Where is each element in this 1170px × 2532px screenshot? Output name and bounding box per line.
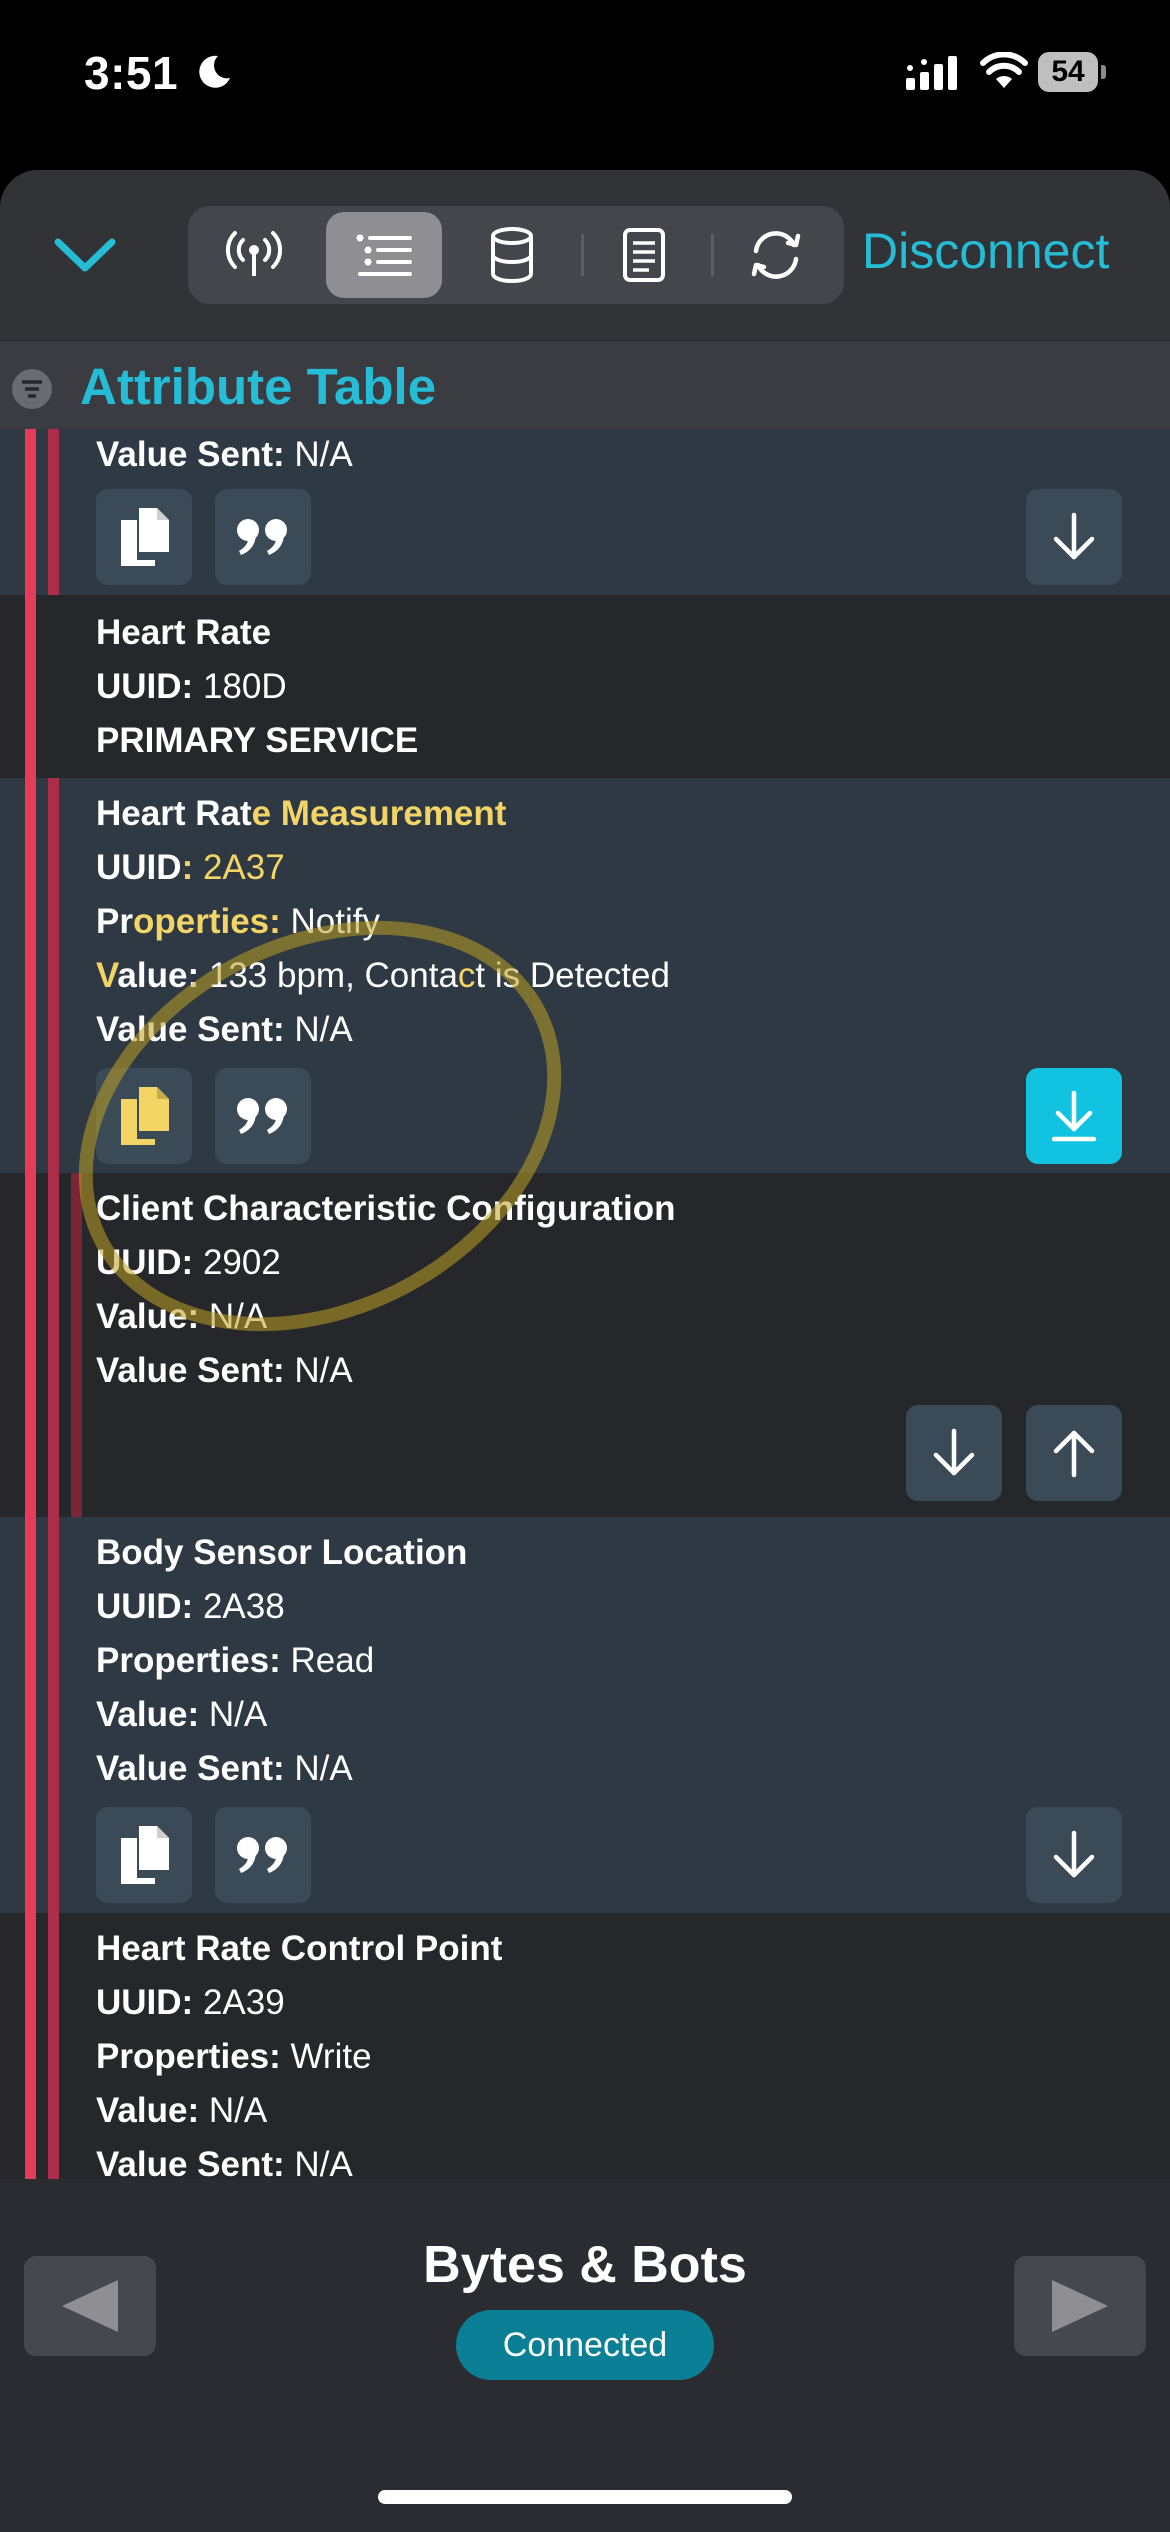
tab-refresh[interactable]: [718, 212, 834, 298]
notify-button[interactable]: [1026, 1068, 1122, 1164]
quote-icon: [237, 519, 287, 555]
connection-sheet: Disconnect Attribute Table Value Sent: N…: [0, 170, 1170, 2532]
moon-icon: [199, 55, 230, 88]
battery-level: 54: [1051, 55, 1085, 88]
cellular-signal-icon: [906, 56, 957, 90]
home-indicator: [378, 2490, 792, 2504]
properties-row: Properties: Read: [96, 1641, 375, 1680]
read-button[interactable]: [1026, 1807, 1122, 1903]
characteristic-name: Heart Rate Control Point: [96, 1929, 503, 1968]
page-title: Attribute Table: [80, 358, 437, 415]
read-button[interactable]: [1026, 489, 1122, 585]
value-row: Value: N/A: [96, 1695, 268, 1734]
sync-icon: [751, 231, 801, 279]
copy-button[interactable]: [96, 1807, 192, 1903]
list-item: Value Sent: N/A: [0, 429, 1170, 595]
quote-button[interactable]: [215, 1807, 311, 1903]
download-icon: [1051, 1090, 1097, 1142]
value-sent-row: Value Sent: N/A: [96, 2145, 353, 2179]
battery-indicator: 54: [1038, 52, 1108, 92]
wifi-icon: [980, 52, 1028, 88]
quote-icon: [237, 1098, 287, 1134]
tab-log[interactable]: [586, 212, 702, 298]
copy-icon: [121, 508, 169, 566]
device-name: Bytes & Bots: [423, 2236, 747, 2294]
arrow-up-icon: [1053, 1430, 1095, 1478]
properties-row: Properties: Notify: [96, 902, 380, 941]
uuid-row: UUID: 2A37: [96, 848, 285, 887]
connection-status-badge: Connected: [456, 2310, 714, 2380]
view-segmented-control: [188, 206, 844, 304]
service-name: Heart Rate: [96, 613, 272, 652]
attribute-list: Value Sent: N/A Heart Rate UUID: 180D PR…: [0, 429, 1170, 2179]
copy-button[interactable]: [96, 489, 192, 585]
value-sent-row: Value Sent: N/A: [96, 435, 353, 474]
copy-button[interactable]: [96, 1068, 192, 1164]
quote-button[interactable]: [215, 489, 311, 585]
list-icon: [356, 234, 412, 276]
filter-list-icon: [12, 369, 52, 409]
triangle-right-icon: [1052, 2280, 1108, 2332]
value-row: Value: N/A: [96, 1297, 268, 1336]
value-row: Value: N/A: [96, 2091, 268, 2130]
descriptor-name: Client Characteristic Configuration: [96, 1189, 676, 1228]
document-icon: [623, 228, 665, 282]
write-button[interactable]: [1026, 1405, 1122, 1501]
properties-row: Properties: Write: [96, 2037, 372, 2076]
uuid-row: UUID: 2902: [96, 1243, 281, 1282]
list-item: Client Characteristic Configuration UUID…: [0, 1173, 1170, 1517]
read-button[interactable]: [906, 1405, 1002, 1501]
value-sent-row: Value Sent: N/A: [96, 1749, 353, 1788]
value-row: Value: 133 bpm, Contact is Detected: [96, 956, 670, 995]
list-item: Heart Rate Control Point UUID: 2A39 Prop…: [0, 1913, 1170, 2179]
quote-icon: [237, 1837, 287, 1873]
arrow-down-icon: [1053, 1830, 1095, 1878]
quote-button[interactable]: [215, 1068, 311, 1164]
arrow-down-icon: [933, 1428, 975, 1476]
disconnect-button[interactable]: Disconnect: [862, 222, 1109, 280]
copy-icon: [121, 1826, 169, 1884]
antenna-icon: [225, 231, 283, 276]
tab-attribute-table[interactable]: [326, 212, 442, 298]
characteristic-name: Heart Rate Measurement: [96, 794, 507, 833]
value-sent-row: Value Sent: N/A: [96, 1010, 353, 1049]
status-bar: 3:51 54: [0, 0, 1170, 150]
uuid-row: UUID: 2A39: [96, 1983, 285, 2022]
list-item: Heart Rate UUID: 180D PRIMARY SERVICE: [0, 595, 1170, 778]
characteristic-name: Body Sensor Location: [96, 1533, 468, 1572]
uuid-row: UUID: 180D: [96, 667, 287, 706]
toolbar: Disconnect: [0, 170, 1170, 340]
tab-database[interactable]: [454, 212, 570, 298]
value-sent-row: Value Sent: N/A: [96, 1351, 353, 1390]
copy-icon: [121, 1087, 169, 1145]
tab-advertising[interactable]: [196, 212, 312, 298]
uuid-row: UUID: 2A38: [96, 1587, 285, 1626]
clock: 3:51: [84, 47, 179, 99]
database-icon: [491, 227, 533, 283]
list-item: Heart Rate Measurement UUID: 2A37 Proper…: [0, 778, 1170, 1173]
device-footer: Bytes & Bots Connected: [0, 2179, 1170, 2532]
arrow-down-icon: [1053, 512, 1095, 560]
list-item: Body Sensor Location UUID: 2A38 Properti…: [0, 1517, 1170, 1913]
chevron-down-icon[interactable]: [50, 220, 120, 290]
attribute-table-header: Attribute Table: [0, 341, 1170, 429]
next-button[interactable]: [1014, 2256, 1146, 2356]
service-type: PRIMARY SERVICE: [96, 721, 419, 760]
